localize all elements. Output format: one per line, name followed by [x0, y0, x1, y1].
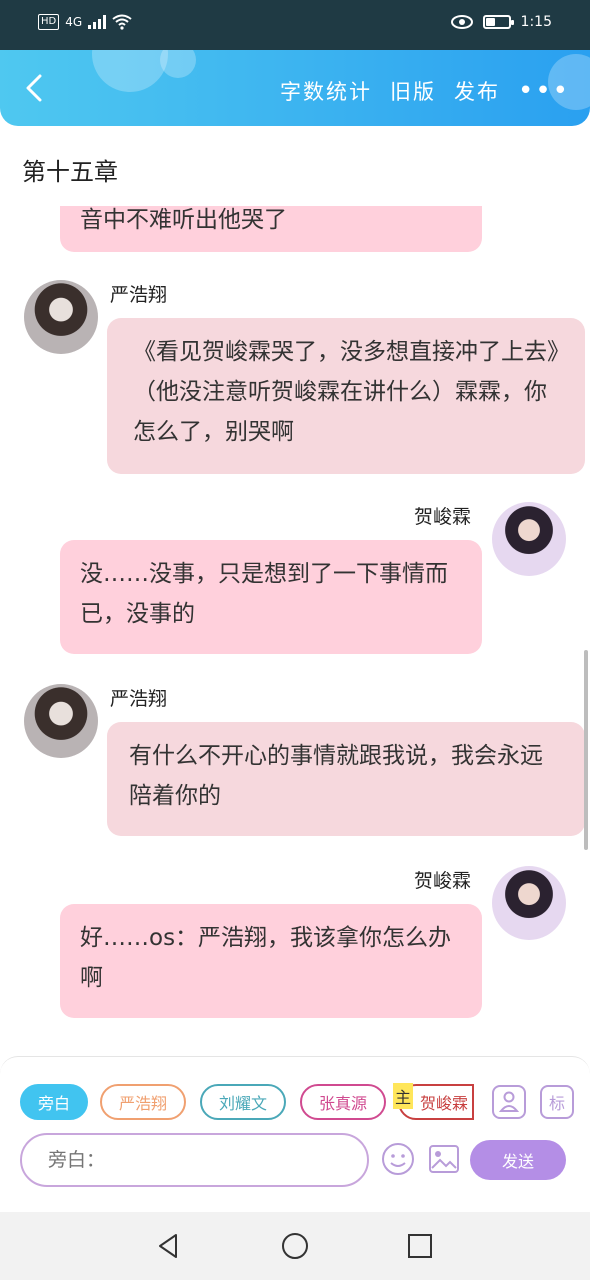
- chip-label: 张真源: [318, 1094, 367, 1113]
- network-type: 4G: [65, 15, 83, 29]
- header-decoration: [92, 50, 168, 92]
- message-bubble: 《看见贺峻霖哭了，没多想直接冲了上去》（他没注意听贺峻霖在讲什么）霖霖，你怎么了…: [107, 318, 585, 474]
- avatar[interactable]: [492, 502, 566, 576]
- wifi-icon: [112, 14, 132, 30]
- hd-badge: HD: [38, 14, 60, 30]
- word-count-button[interactable]: 字数统计: [280, 76, 372, 106]
- role-chip-liu[interactable]: 刘耀文: [200, 1084, 286, 1120]
- sender-name: 严浩翔: [110, 284, 168, 306]
- header-actions: 字数统计 旧版 发布 •••: [280, 76, 570, 106]
- more-button[interactable]: •••: [518, 76, 570, 106]
- role-chip-zhang[interactable]: 张真源: [300, 1084, 386, 1120]
- app-header: 字数统计 旧版 发布 •••: [0, 50, 590, 126]
- role-chip-yan[interactable]: 严浩翔: [100, 1084, 186, 1120]
- message-bubble: 好……os：严浩翔，我该拿你怎么办啊: [60, 904, 482, 1018]
- status-left: HD 4G: [38, 14, 132, 30]
- back-triangle-icon[interactable]: [150, 1228, 186, 1264]
- role-chip-narrator[interactable]: 旁白: [20, 1084, 88, 1120]
- sender-name: 贺峻霖: [414, 506, 472, 528]
- send-button[interactable]: 发送: [470, 1140, 566, 1180]
- image-icon[interactable]: [426, 1141, 462, 1177]
- chapter-title: 第十五章: [22, 158, 118, 186]
- message-text: 音中不难听出他哭了: [80, 207, 287, 233]
- tag-button[interactable]: 标: [540, 1085, 574, 1119]
- status-right: 1:15: [450, 14, 552, 30]
- message-text: 没……没事，只是想到了一下事情而已，没事的: [80, 561, 448, 627]
- chevron-left-icon: [26, 74, 42, 102]
- message-bubble: 有什么不开心的事情就跟我说，我会永远陪着你的: [107, 722, 585, 836]
- message-text: 好……os：严浩翔，我该拿你怎么办啊: [80, 925, 452, 991]
- chip-label: 刘耀文: [218, 1094, 267, 1113]
- sender-name: 贺峻霖: [414, 870, 472, 892]
- avatar[interactable]: [24, 280, 98, 354]
- signal-icon: [88, 15, 107, 29]
- person-icon[interactable]: [492, 1085, 526, 1119]
- home-circle-icon[interactable]: [277, 1228, 313, 1264]
- back-button[interactable]: [18, 70, 50, 106]
- chip-label: 贺峻霖: [419, 1094, 468, 1113]
- avatar[interactable]: [24, 684, 98, 758]
- status-bar: HD 4G 1:15: [0, 0, 590, 50]
- recents-square-icon[interactable]: [402, 1228, 438, 1264]
- emoji-icon[interactable]: [380, 1141, 416, 1177]
- person-glyph: [499, 1091, 519, 1112]
- sender-name: 严浩翔: [110, 688, 168, 710]
- composer-panel: 旁白 严浩翔 刘耀文 张真源 贺峻霖 主 标 发送: [0, 1056, 590, 1212]
- scrollbar[interactable]: [584, 650, 588, 850]
- message-text: 有什么不开心的事情就跟我说，我会永远陪着你的: [129, 743, 543, 809]
- message-text: 《看见贺峻霖哭了，没多想直接冲了上去》（他没注意听贺峻霖在讲什么）霖霖，你怎么了…: [133, 339, 559, 445]
- eye-icon: [450, 15, 473, 29]
- chip-label: 旁白: [37, 1094, 70, 1113]
- message-bubble: 没……没事，只是想到了一下事情而已，没事的: [60, 540, 482, 654]
- publish-button[interactable]: 发布: [454, 76, 500, 106]
- message-bubble: 音中不难听出他哭了: [60, 206, 482, 252]
- main-role-tag: 主: [393, 1083, 413, 1109]
- clock: 1:15: [520, 14, 552, 30]
- battery-icon: [482, 15, 514, 29]
- system-nav-bar: [0, 1212, 590, 1280]
- message-input[interactable]: [20, 1133, 369, 1187]
- avatar[interactable]: [492, 866, 566, 940]
- chat-area[interactable]: 音中不难听出他哭了 严浩翔 《看见贺峻霖哭了，没多想直接冲了上去》（他没注意听贺…: [0, 206, 590, 1056]
- old-version-button[interactable]: 旧版: [390, 76, 436, 106]
- header-decoration: [160, 50, 196, 78]
- chip-label: 严浩翔: [118, 1094, 167, 1113]
